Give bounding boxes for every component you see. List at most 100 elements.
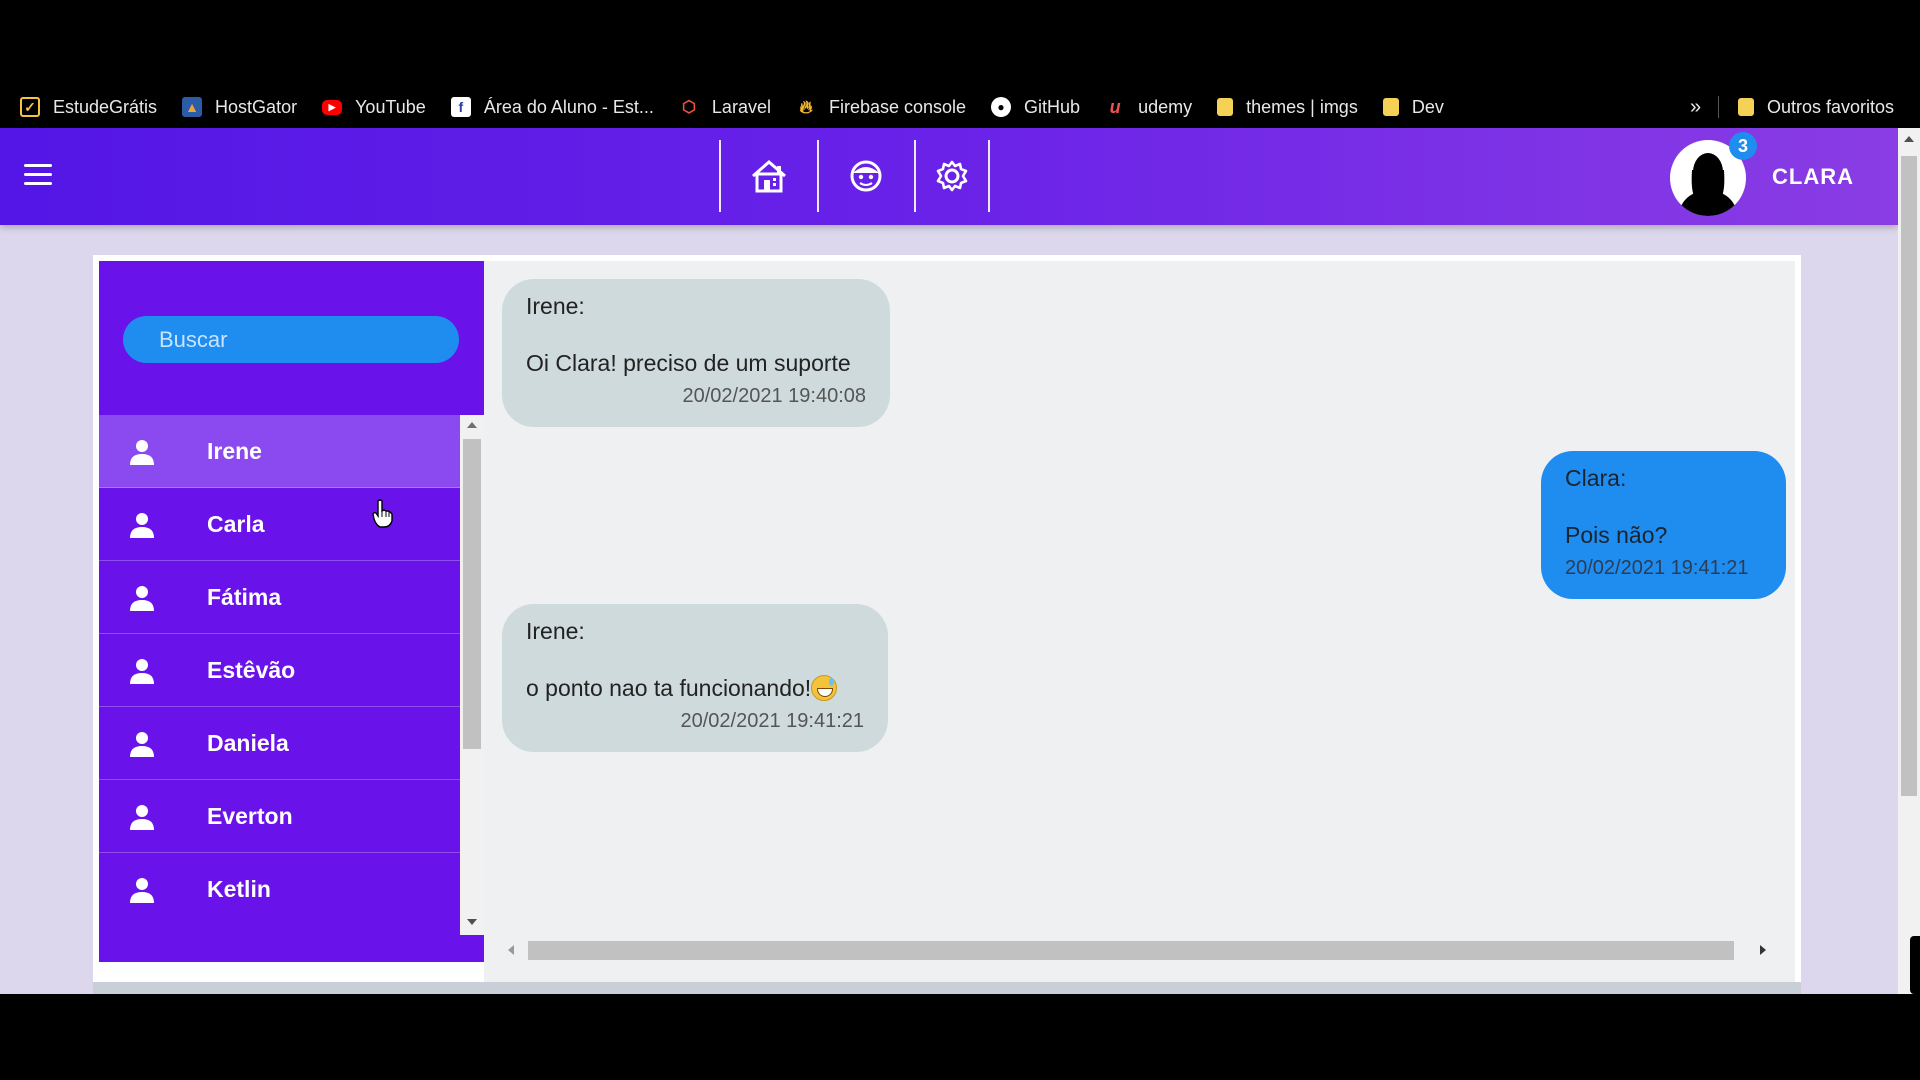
bookmark-label: Laravel: [711, 96, 771, 117]
person-icon: [130, 586, 154, 611]
contact-item[interactable]: Ketlin: [99, 853, 460, 925]
message-sender: Irene:: [526, 293, 585, 319]
bookmark-label: EstudeGrátis: [53, 96, 158, 117]
contacts-sidebar: Irene Carla Fátima Estêvão: [99, 261, 484, 962]
grinning-sweat-emoji-icon: [811, 675, 838, 701]
incoming-message: Irene: Oi Clara! preciso de um suporte 2…: [502, 279, 890, 427]
bookmarks-divider: [1718, 96, 1719, 118]
scroll-left-arrow-icon[interactable]: [508, 945, 514, 955]
message-sender: Clara:: [1565, 465, 1627, 491]
contact-item[interactable]: Carla: [99, 488, 460, 561]
contact-item[interactable]: Irene: [99, 415, 460, 488]
scrollbar-thumb[interactable]: [528, 941, 1734, 960]
message-timestamp: 20/02/2021 19:41:21: [680, 710, 864, 732]
horizontal-scrollbar[interactable]: [502, 936, 1772, 964]
contact-name: Carla: [207, 510, 265, 537]
checkbox-icon: ✓: [20, 97, 40, 117]
person-icon: [130, 513, 154, 538]
page-viewport: 3 CLARA Irene Carla Fá: [0, 128, 1898, 994]
folder-icon: [1738, 98, 1754, 116]
menu-icon[interactable]: [24, 164, 54, 188]
bookmark-estudegratis[interactable]: ✓ EstudeGrátis: [20, 97, 157, 118]
contact-item[interactable]: Fátima: [99, 561, 460, 634]
contact-list-scrollbar[interactable]: [460, 415, 484, 935]
book-icon: f: [450, 97, 471, 117]
page-scrollbar[interactable]: [1898, 128, 1920, 994]
scroll-up-arrow-icon[interactable]: [1904, 136, 1914, 142]
nav-divider: [988, 140, 990, 212]
outgoing-message: Clara: Pois não? 20/02/2021 19:41:21: [1541, 451, 1786, 599]
scrollbar-thumb[interactable]: [1901, 156, 1917, 796]
bookmark-dev[interactable]: Dev: [1382, 96, 1444, 118]
contact-name: Irene: [207, 437, 262, 464]
notification-badge[interactable]: 3: [1729, 132, 1757, 160]
card-bottom-edge: [93, 982, 1801, 994]
home-button[interactable]: [724, 140, 814, 212]
contact-name: Ketlin: [207, 875, 271, 902]
message-timestamp: 20/02/2021 19:40:08: [682, 385, 866, 407]
contact-item[interactable]: Daniela: [99, 707, 460, 780]
face-button[interactable]: [821, 140, 911, 212]
bookmark-label: themes | imgs: [1246, 96, 1358, 117]
home-icon: [752, 160, 786, 193]
nav-divider: [719, 140, 721, 212]
bookmark-github[interactable]: ● GitHub: [991, 97, 1080, 118]
hand-cursor-icon: [372, 499, 393, 528]
folder-icon: [1382, 98, 1399, 116]
app-header: 3 CLARA: [0, 128, 1898, 225]
person-icon: [130, 805, 154, 830]
person-icon: [130, 659, 154, 684]
bookmark-label: GitHub: [1024, 96, 1081, 117]
chat-card: Irene Carla Fátima Estêvão: [93, 255, 1801, 994]
search-input[interactable]: [123, 316, 459, 363]
person-icon: [130, 878, 154, 903]
bookmark-label: udemy: [1138, 96, 1193, 117]
bookmark-laravel[interactable]: ⬡ Laravel: [679, 97, 771, 118]
contact-name: Estêvão: [207, 656, 296, 683]
bookmark-area-do-aluno[interactable]: f Área do Aluno - Est...: [450, 96, 654, 118]
username[interactable]: CLARA: [1772, 164, 1854, 190]
contact-name: Everton: [207, 802, 293, 829]
bookmarks-bar: ✓ EstudeGrátis ▲ HostGator ▶ YouTube f Á…: [0, 86, 1920, 128]
person-icon: [130, 440, 154, 465]
settings-button[interactable]: [907, 140, 997, 212]
bookmark-firebase[interactable]: 🔥︎ Firebase console: [796, 97, 966, 118]
gear-icon: [936, 160, 968, 192]
contact-name: Daniela: [207, 729, 289, 756]
udemy-icon: u: [1109, 96, 1121, 117]
scroll-right-arrow-icon[interactable]: [1760, 945, 1766, 955]
message-timestamp: 20/02/2021 19:41:21: [1565, 557, 1749, 579]
contact-item[interactable]: Estêvão: [99, 634, 460, 707]
scroll-down-arrow-icon[interactable]: [467, 919, 477, 925]
face-icon: [850, 160, 882, 192]
scrollbar-grip[interactable]: [1910, 936, 1920, 994]
scroll-up-arrow-icon[interactable]: [467, 422, 477, 428]
incoming-message: Irene: o ponto nao ta funcionando! 20/02…: [502, 604, 888, 752]
bookmark-youtube[interactable]: ▶ YouTube: [322, 97, 426, 118]
firebase-icon: 🔥︎: [799, 96, 813, 117]
nav-divider: [817, 140, 819, 212]
message-panel: Irene: Oi Clara! preciso de um suporte 2…: [484, 261, 1795, 988]
hostgator-icon: ▲: [182, 97, 203, 117]
laravel-icon: ⬡: [681, 99, 696, 116]
bookmark-label: HostGator: [215, 96, 298, 117]
browser-frame: ✓ EstudeGrátis ▲ HostGator ▶ YouTube f Á…: [0, 0, 1920, 1080]
folder-icon: [1217, 98, 1234, 116]
message-text: Pois não?: [1565, 522, 1668, 548]
bookmark-label: Firebase console: [828, 96, 967, 117]
contact-item[interactable]: Everton: [99, 780, 460, 853]
bookmark-other-favorites[interactable]: Outros favoritos: [1738, 86, 1894, 128]
bookmark-hostgator[interactable]: ▲ HostGator: [182, 97, 297, 118]
contact-list: Irene Carla Fátima Estêvão Daniela Evert…: [99, 415, 460, 925]
github-icon: ●: [991, 97, 1012, 117]
bookmark-themes[interactable]: themes | imgs: [1217, 97, 1358, 118]
youtube-icon: ▶: [322, 99, 343, 115]
scrollbar-thumb[interactable]: [463, 439, 481, 749]
bookmark-label: Dev: [1411, 96, 1444, 117]
bookmarks-more-button[interactable]: »: [1690, 86, 1701, 128]
bookmark-label: Área do Aluno - Est...: [483, 96, 654, 117]
message-sender: Irene:: [526, 618, 585, 644]
bookmark-udemy[interactable]: u udemy: [1105, 96, 1193, 118]
message-text: Oi Clara! preciso de um suporte: [526, 350, 851, 376]
person-icon: [130, 732, 154, 757]
